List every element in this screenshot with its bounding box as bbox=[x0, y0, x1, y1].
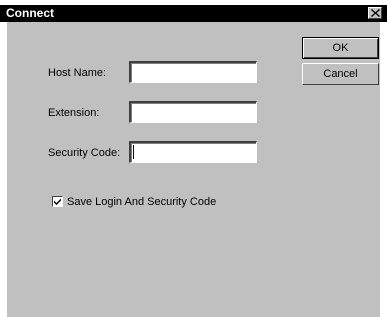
ok-button[interactable]: OK bbox=[302, 37, 379, 59]
security-code-label: Security Code: bbox=[48, 147, 121, 159]
extension-field[interactable] bbox=[129, 101, 257, 123]
host-name-label: Host Name: bbox=[48, 67, 107, 79]
close-icon bbox=[371, 9, 380, 17]
title-bar[interactable]: Connect bbox=[0, 5, 387, 22]
connect-dialog: Connect Host Name: Extension: Security C… bbox=[0, 0, 387, 317]
cancel-button[interactable]: Cancel bbox=[302, 63, 379, 85]
save-login-label[interactable]: Save Login And Security Code bbox=[67, 196, 216, 209]
window-title: Connect bbox=[6, 6, 54, 20]
close-button[interactable] bbox=[368, 7, 382, 19]
checkmark-icon bbox=[54, 198, 61, 205]
extension-label: Extension: bbox=[48, 107, 100, 119]
text-cursor bbox=[133, 145, 134, 159]
security-code-field[interactable] bbox=[129, 141, 257, 163]
save-login-checkbox[interactable] bbox=[52, 196, 63, 207]
host-name-field[interactable] bbox=[129, 61, 257, 83]
